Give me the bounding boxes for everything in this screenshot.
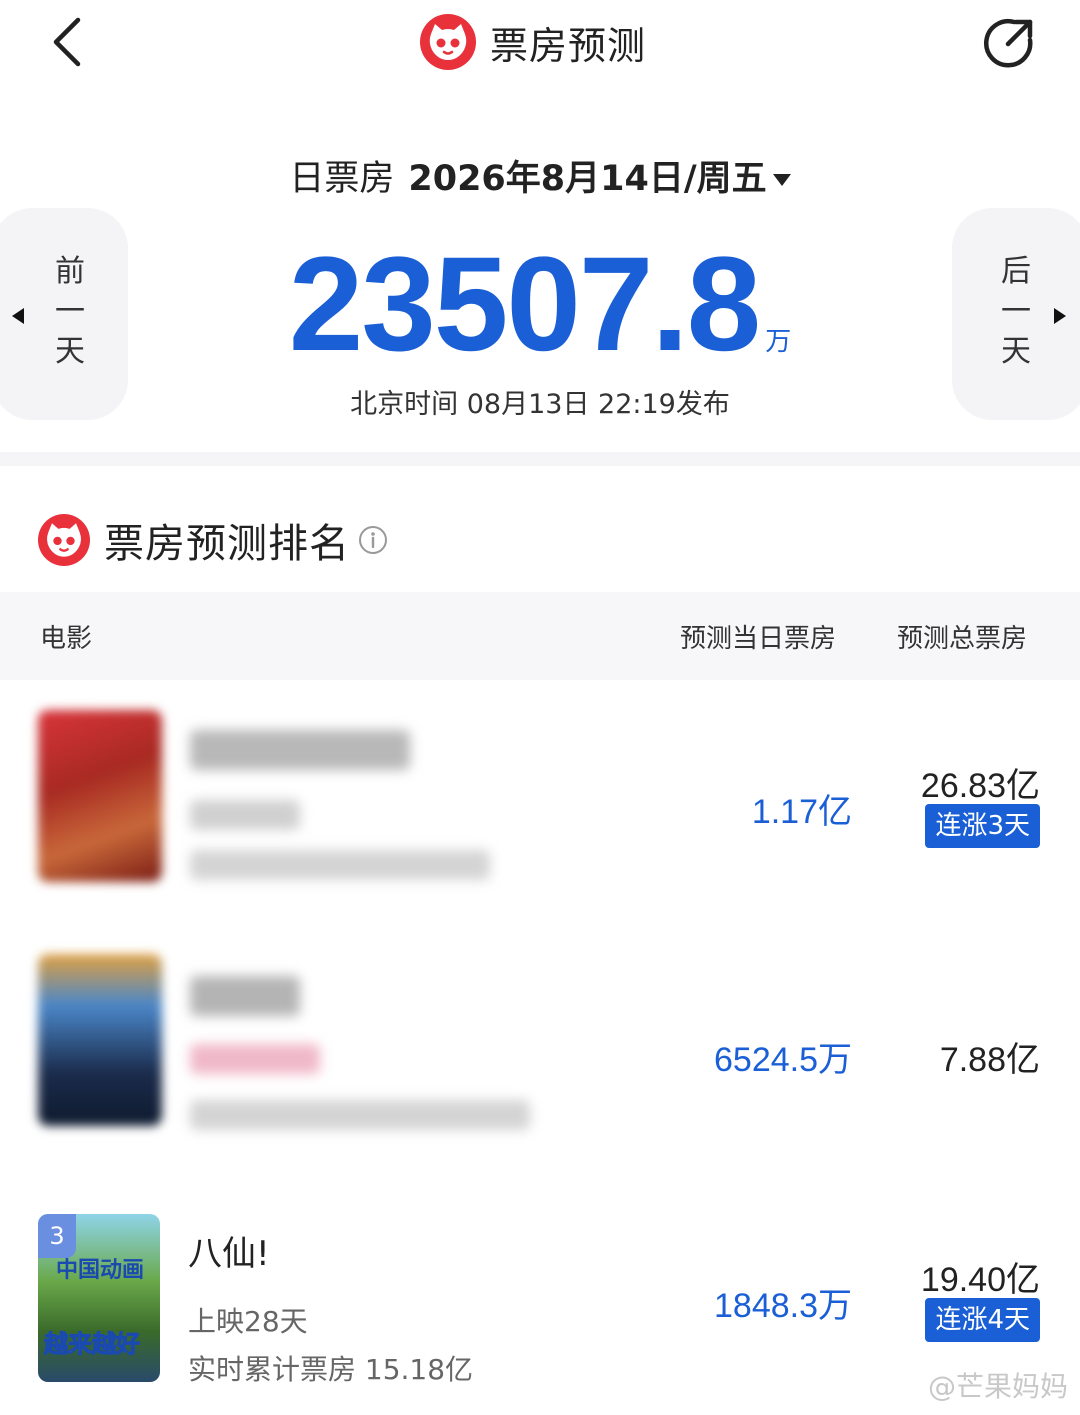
day-box-office: 1848.3万 bbox=[714, 1287, 852, 1325]
blurred-subtitle bbox=[190, 1100, 530, 1130]
blurred-subtitle bbox=[190, 850, 490, 880]
total-value: 23507.8 bbox=[288, 230, 761, 379]
top-bar: 票房预测 bbox=[0, 0, 1080, 100]
ranking-header: 票房预测排名 bbox=[38, 512, 388, 568]
table-row[interactable]: 中国动画 越来越好 3 八仙! 上映28天 实时累计票房 15.18亿 1848… bbox=[0, 1190, 1080, 1415]
header-title-group: 票房预测 bbox=[420, 14, 646, 70]
table-row[interactable]: 1.17亿 26.83亿 连涨3天 bbox=[0, 690, 1080, 920]
chevron-left-icon[interactable] bbox=[44, 14, 94, 70]
box-office-total: 23507.8 万 bbox=[0, 228, 1080, 381]
movie-title: 八仙! bbox=[188, 1234, 270, 1274]
watermark: @芒果妈妈 bbox=[927, 1370, 1068, 1403]
cat-logo-icon bbox=[38, 514, 90, 566]
blurred-subtitle bbox=[190, 1044, 320, 1074]
trend-badge: 连涨4天 bbox=[925, 1298, 1040, 1342]
ranking-title: 票房预测排名 bbox=[104, 521, 350, 567]
total-box-office: 19.40亿 bbox=[920, 1261, 1040, 1299]
cumulative-box-office: 实时累计票房 15.18亿 bbox=[188, 1353, 474, 1386]
movie-poster: 中国动画 越来越好 3 bbox=[38, 1214, 160, 1382]
column-movie: 电影 bbox=[40, 624, 93, 654]
info-icon[interactable] bbox=[358, 525, 388, 555]
date-value: 2026年8月14日/周五 bbox=[408, 159, 767, 199]
blurred-title bbox=[190, 976, 300, 1016]
table-header: 电影 预测当日票房 预测总票房 bbox=[0, 592, 1080, 680]
blurred-title bbox=[190, 730, 410, 770]
rank-badge: 3 bbox=[38, 1214, 76, 1258]
caret-down-icon bbox=[772, 174, 791, 186]
section-divider bbox=[0, 452, 1080, 466]
column-day-box-office[interactable]: 预测当日票房 bbox=[680, 618, 836, 655]
total-box-office: 26.83亿 bbox=[920, 767, 1040, 805]
release-days: 上映28天 bbox=[188, 1305, 308, 1338]
cat-logo-icon bbox=[420, 14, 476, 70]
publish-time: 北京时间 08月13日 22:19发布 bbox=[350, 389, 730, 420]
total-unit: 万 bbox=[765, 327, 792, 357]
date-selector[interactable]: 日票房 2026年8月14日/周五 bbox=[0, 150, 1080, 201]
table-row[interactable]: 6524.5万 7.88亿 bbox=[0, 940, 1080, 1170]
total-box-office: 7.88亿 bbox=[939, 1041, 1040, 1079]
blurred-subtitle bbox=[190, 800, 300, 830]
column-total-box-office[interactable]: 预测总票房 bbox=[897, 618, 1027, 655]
date-label: 日票房 bbox=[289, 159, 395, 199]
page-title: 票房预测 bbox=[490, 23, 647, 68]
trend-badge: 连涨3天 bbox=[925, 804, 1040, 848]
movie-poster bbox=[38, 710, 162, 882]
share-icon[interactable] bbox=[980, 14, 1038, 72]
day-box-office: 1.17亿 bbox=[751, 793, 852, 831]
poster-text: 越来越好 bbox=[44, 1331, 141, 1359]
movie-poster bbox=[38, 954, 162, 1126]
day-box-office: 6524.5万 bbox=[714, 1041, 852, 1079]
